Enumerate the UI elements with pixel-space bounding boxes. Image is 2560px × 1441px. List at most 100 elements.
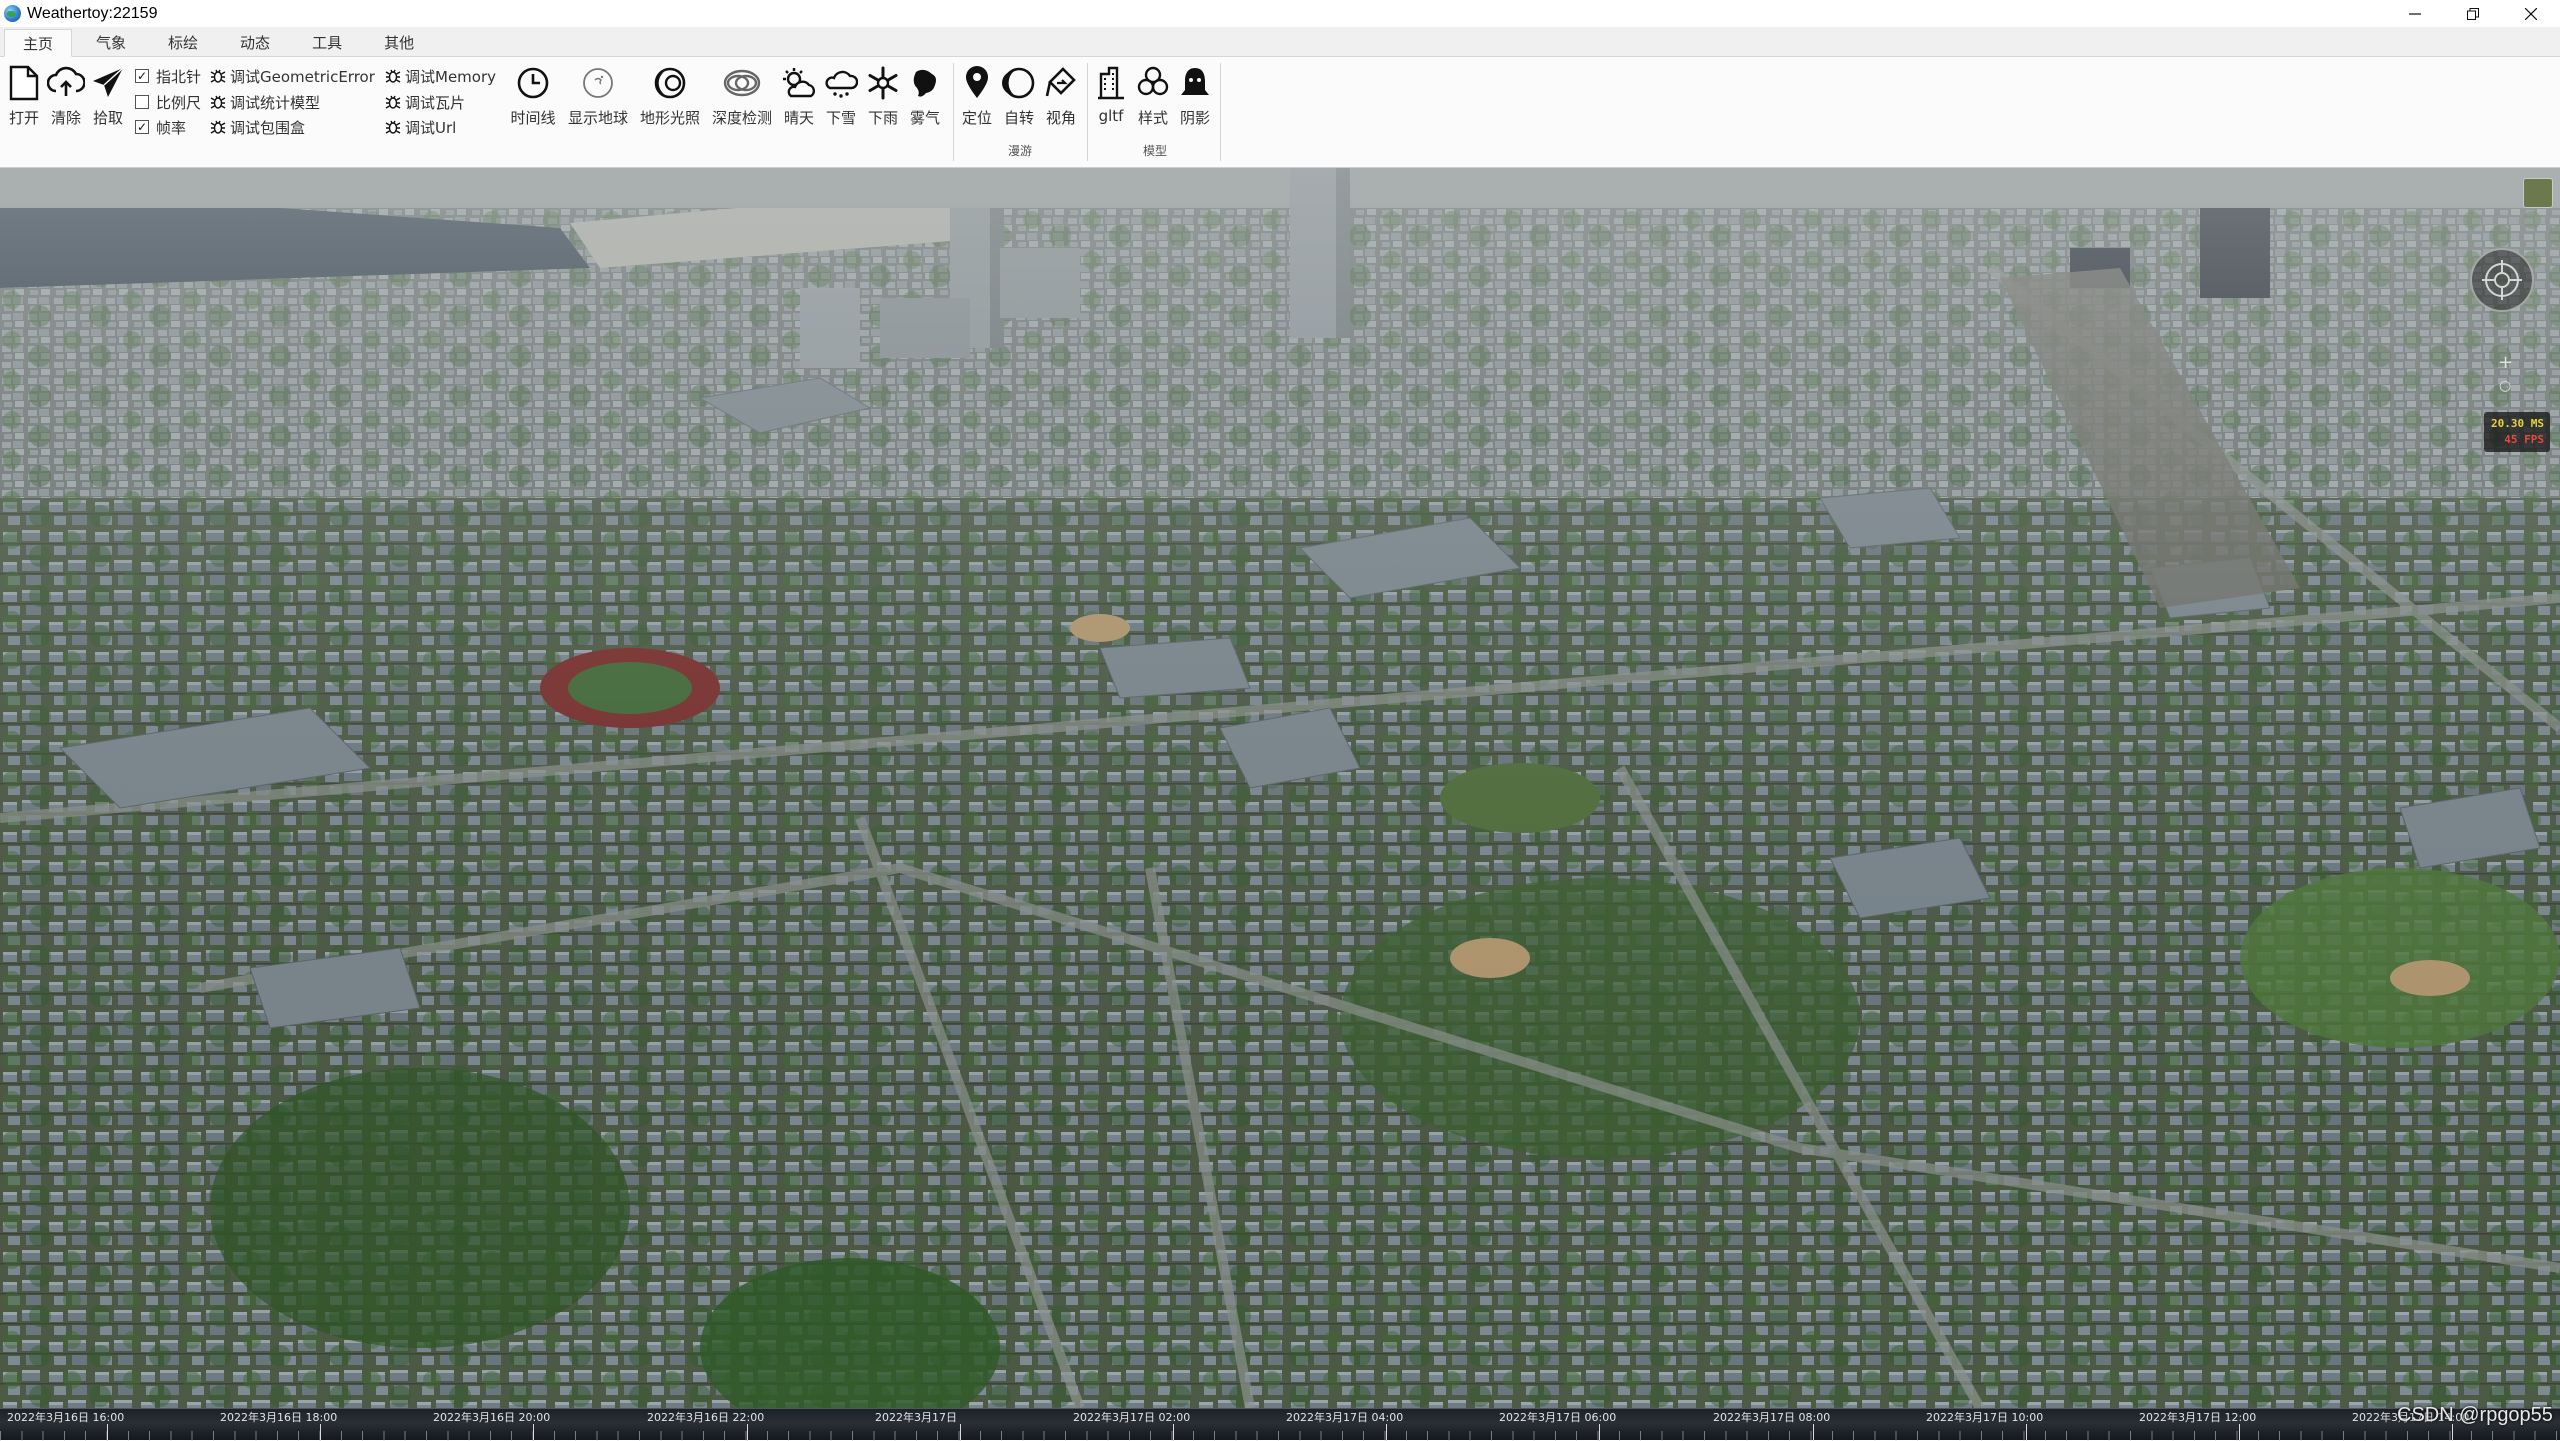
restore-icon[interactable] bbox=[2444, 0, 2502, 27]
bug-icon bbox=[210, 95, 226, 109]
ribbon-panel: 打开 清除 拾取 ✓ 指北针 比例尺 ✓ 帧率 调试GeometricError… bbox=[0, 57, 2560, 168]
layers-icon bbox=[722, 63, 762, 103]
style-button[interactable]: 样式 bbox=[1134, 63, 1172, 131]
bug-icon bbox=[210, 69, 226, 83]
bug-icon bbox=[210, 120, 226, 134]
fps-display: 20.30 MS 45 FPS bbox=[2484, 412, 2550, 452]
cloud-snow-icon bbox=[821, 63, 861, 103]
scale-checkbox[interactable]: 比例尺 bbox=[135, 91, 201, 113]
timeline-major-tick bbox=[107, 1424, 108, 1441]
timeline-tick-label: 2022年3月17日 08:00 bbox=[1713, 1411, 1831, 1424]
paper-plane-icon bbox=[88, 63, 128, 103]
pick-button[interactable]: 拾取 bbox=[88, 63, 128, 131]
timeline-major-tick bbox=[1173, 1424, 1174, 1441]
tab-tools[interactable]: 工具 bbox=[294, 29, 360, 56]
minimize-icon[interactable] bbox=[2386, 0, 2444, 27]
depth-test-button[interactable]: 深度检测 bbox=[710, 63, 774, 131]
checkbox-unchecked-icon bbox=[135, 95, 149, 109]
sun-cloud-icon bbox=[779, 63, 819, 103]
locate-button[interactable]: 定位 bbox=[958, 63, 996, 131]
group-separator bbox=[953, 63, 954, 161]
debug-geometric-error-button[interactable]: 调试GeometricError bbox=[210, 65, 375, 87]
timeline-tick-label: 2022年3月17日 bbox=[875, 1411, 957, 1424]
timeline-major-tick bbox=[320, 1424, 321, 1441]
close-icon[interactable] bbox=[2502, 0, 2560, 27]
map-viewport[interactable]: + ○ 20.30 MS 45 FPS bbox=[0, 168, 2560, 1408]
tab-dynamic[interactable]: 动态 bbox=[222, 29, 288, 56]
navigation-compass[interactable] bbox=[2470, 248, 2534, 312]
snowflake-icon bbox=[863, 63, 903, 103]
frame-time-text: 20.30 MS bbox=[2491, 417, 2544, 430]
timeline-major-tick bbox=[2239, 1424, 2240, 1441]
title-bar: Weathertoy:22159 bbox=[0, 0, 2560, 27]
timeline-button[interactable]: 时间线 bbox=[508, 63, 558, 131]
timeline-major-tick bbox=[747, 1424, 748, 1441]
bug-icon bbox=[385, 120, 401, 134]
timeline-major-tick bbox=[1599, 1424, 1600, 1441]
app-globe-icon bbox=[4, 5, 21, 22]
terrain-lighting-button[interactable]: 地形光照 bbox=[638, 63, 702, 131]
cloud-refresh-icon bbox=[46, 63, 86, 103]
fog-button[interactable]: 雾气 bbox=[906, 63, 944, 131]
snow-button[interactable]: 下雪 bbox=[822, 63, 860, 131]
timeline-tick-label: 2022年3月17日 02:00 bbox=[1073, 1411, 1191, 1424]
timeline-tick-label: 2022年3月17日 06:00 bbox=[1499, 1411, 1617, 1424]
tab-plotting[interactable]: 标绘 bbox=[150, 29, 216, 56]
map-pin-icon bbox=[957, 63, 997, 103]
view-angle-button[interactable]: 视角 bbox=[1042, 63, 1080, 131]
tab-weather[interactable]: 气象 bbox=[78, 29, 144, 56]
timeline-tick-label: 2022年3月16日 20:00 bbox=[433, 1411, 551, 1424]
debug-memory-button[interactable]: 调试Memory bbox=[385, 65, 496, 87]
ribbon-tab-strip: 主页 气象 标绘 动态 工具 其他 bbox=[0, 27, 2560, 57]
fog-cloud-icon bbox=[905, 63, 945, 103]
shadow-button[interactable]: 阴影 bbox=[1176, 63, 1214, 131]
palette-icon bbox=[1133, 63, 1173, 103]
window-controls bbox=[2386, 0, 2560, 27]
tab-other[interactable]: 其他 bbox=[366, 29, 432, 56]
checkbox-checked-icon: ✓ bbox=[135, 120, 149, 134]
timeline-major-tick bbox=[1386, 1424, 1387, 1441]
window-title: Weathertoy:22159 bbox=[27, 4, 158, 22]
framerate-checkbox[interactable]: ✓ 帧率 bbox=[135, 116, 186, 138]
basemap-thumbnail[interactable] bbox=[2523, 178, 2553, 208]
checkbox-checked-icon: ✓ bbox=[135, 69, 149, 83]
zoom-in-button[interactable]: + bbox=[2498, 352, 2513, 373]
clock-icon bbox=[513, 63, 553, 103]
direction-sign-icon bbox=[1041, 63, 1081, 103]
moon-sun-icon bbox=[650, 63, 690, 103]
debug-tiles-button[interactable]: 调试瓦片 bbox=[385, 91, 465, 113]
group-label-roam: 漫游 bbox=[1008, 144, 1033, 158]
show-globe-button[interactable]: 显示地球 bbox=[566, 63, 630, 131]
timeline-major-tick bbox=[960, 1424, 961, 1441]
timeline-tick-label: 2022年3月16日 18:00 bbox=[220, 1411, 338, 1424]
ghost-icon bbox=[1175, 63, 1215, 103]
compass-crosshair-icon bbox=[2482, 260, 2522, 300]
debug-stats-model-button[interactable]: 调试统计模型 bbox=[210, 91, 320, 113]
timeline-tick-label: 2022年3月16日 16:00 bbox=[7, 1411, 125, 1424]
group-label-model: 模型 bbox=[1143, 144, 1168, 158]
rain-button[interactable]: 下雨 bbox=[864, 63, 902, 131]
fps-text: 45 FPS bbox=[2504, 433, 2544, 446]
timeline-major-tick bbox=[1813, 1424, 1814, 1441]
rotate-button[interactable]: 自转 bbox=[1000, 63, 1038, 131]
compass-checkbox[interactable]: ✓ 指北针 bbox=[135, 65, 201, 87]
open-button[interactable]: 打开 bbox=[4, 63, 44, 131]
timeline-tick-label: 2022年3月16日 22:00 bbox=[647, 1411, 765, 1424]
timeline-tick-label: 2022年3月17日 12:00 bbox=[2139, 1411, 2257, 1424]
bug-icon bbox=[385, 69, 401, 83]
zoom-reset-button[interactable]: ○ bbox=[2499, 378, 2511, 394]
city-3d-scene bbox=[0, 168, 2560, 1408]
moon-rotate-icon bbox=[999, 63, 1039, 103]
tab-home[interactable]: 主页 bbox=[4, 29, 73, 57]
timeline-tick-label: 2022年3月17日 04:00 bbox=[1286, 1411, 1404, 1424]
timeline-major-tick bbox=[2026, 1424, 2027, 1441]
debug-bounding-box-button[interactable]: 调试包围盒 bbox=[210, 116, 305, 138]
gltf-button[interactable]: gltf bbox=[1092, 63, 1130, 131]
timeline-bar[interactable]: 2022年3月16日 16:00 2022年3月16日 18:00 2022年3月1… bbox=[0, 1408, 2560, 1441]
timeline-tick-label: 2022年3月17日 10:00 bbox=[1926, 1411, 2044, 1424]
sunny-button[interactable]: 晴天 bbox=[780, 63, 818, 131]
debug-url-button[interactable]: 调试Url bbox=[385, 116, 456, 138]
building-icon bbox=[1091, 63, 1131, 103]
bug-icon bbox=[385, 95, 401, 109]
clear-button[interactable]: 清除 bbox=[46, 63, 86, 131]
